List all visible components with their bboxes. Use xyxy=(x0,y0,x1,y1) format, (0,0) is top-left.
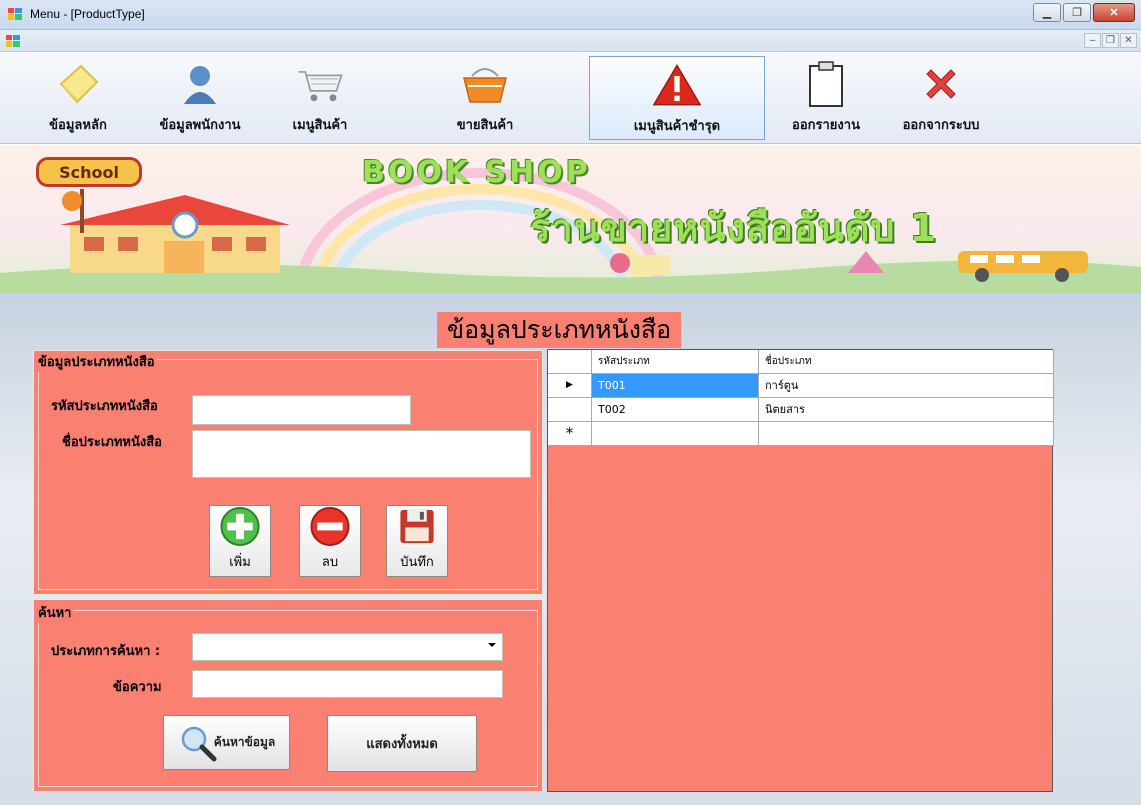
search-type-label: ประเภทการค้นหา : xyxy=(51,644,161,659)
basket-icon xyxy=(460,60,510,108)
restore-icon: ❐ xyxy=(1072,7,1082,19)
child-window-controls: – ❐ ✕ xyxy=(1084,33,1137,48)
minimize-icon: ▁ xyxy=(1042,7,1052,19)
new-cell-name[interactable] xyxy=(759,422,1054,446)
show-all-button[interactable]: แสดงทั้งหมด xyxy=(327,715,477,772)
toolbar-label: เมนูสินค้า xyxy=(292,118,348,133)
type-name-label: ชื่อประเภทหนังสือ xyxy=(62,435,162,450)
school-sign: School xyxy=(36,157,142,187)
window-controls: ▁ ❐ ✕ xyxy=(1033,3,1135,22)
delete-icon xyxy=(310,506,350,547)
toolbar-item-products[interactable]: เมนูสินค้า xyxy=(270,56,370,140)
user-icon xyxy=(175,60,225,108)
show-all-button-label: แสดงทั้งหมด xyxy=(366,737,438,752)
add-button[interactable]: เพิ่ม xyxy=(209,505,271,577)
delete-button[interactable]: ลบ xyxy=(299,505,361,577)
shop-banner: School BOOK SHOP ร้านขายหนังสืออันดับ 1 xyxy=(0,145,1141,293)
groupbox-legend: ข้อมูลประเภทหนังสือ xyxy=(36,351,157,372)
page-title: ข้อมูลประเภทหนังสือ xyxy=(437,312,682,348)
row-header-current[interactable]: ▶ xyxy=(548,374,592,398)
cell-type-name[interactable]: การ์ตูน xyxy=(759,374,1054,398)
app-icon xyxy=(8,8,22,20)
magnifier-icon xyxy=(181,726,217,761)
warning-icon xyxy=(652,61,702,109)
content-area: ข้อมูลประเภทหนังสือ ข้อมูลประเภทหนังสือ … xyxy=(0,293,1141,805)
search-type-select[interactable] xyxy=(192,633,503,661)
new-row[interactable]: * xyxy=(548,422,1054,446)
toolbar-item-reports[interactable]: ออกรายงาน xyxy=(776,56,876,140)
toolbar-label: ออกจากระบบ xyxy=(902,118,980,133)
save-button[interactable]: บันทึก xyxy=(386,505,448,577)
row-header[interactable] xyxy=(548,398,592,422)
delete-button-label: ลบ xyxy=(321,555,339,570)
child-window-icon[interactable] xyxy=(6,35,20,47)
type-name-input[interactable] xyxy=(192,430,531,478)
search-button-label: ค้นหาข้อมูล xyxy=(213,735,276,749)
table-row[interactable]: ▶ T001 การ์ตูน xyxy=(548,374,1054,398)
toolbar-item-master-data[interactable]: ข้อมูลหลัก xyxy=(28,56,128,140)
table-row[interactable]: T002 นิตยสาร xyxy=(548,398,1054,422)
add-icon xyxy=(220,506,260,547)
toolbar-label: ออกรายงาน xyxy=(792,118,860,133)
window-title: Menu - [ProductType] xyxy=(30,7,145,21)
close-icon: ✕ xyxy=(1109,7,1119,19)
search-text-label: ข้อความ xyxy=(113,680,162,695)
toolbar-label: ขายสินค้า xyxy=(456,118,514,133)
toolbar-label: ข้อมูลพนักงาน xyxy=(159,118,241,133)
cell-type-code[interactable]: T002 xyxy=(592,398,759,422)
new-cell-code[interactable] xyxy=(592,422,759,446)
cell-type-name[interactable]: นิตยสาร xyxy=(759,398,1054,422)
search-groupbox: ค้นหา ประเภทการค้นหา : ข้อความ ค้นหาข้อม… xyxy=(33,599,543,792)
main-toolbar: ข้อมูลหลัก ข้อมูลพนักงาน เมนูสินค้า ขายส… xyxy=(0,52,1141,144)
shopping-cart-icon xyxy=(295,60,345,108)
minimize-button[interactable]: ▁ xyxy=(1033,3,1061,22)
search-legend: ค้นหา xyxy=(36,602,74,623)
toolbar-item-damaged-products[interactable]: เมนูสินค้าชำรุด xyxy=(589,56,765,140)
clipboard-icon xyxy=(801,60,851,108)
grid-header-row: รหัสประเภท ชื่อประเภท xyxy=(548,350,1054,374)
toolbar-item-employees[interactable]: ข้อมูลพนักงาน xyxy=(142,56,258,140)
banner-title: BOOK SHOP xyxy=(362,155,591,190)
banner-subtitle: ร้านขายหนังสืออันดับ 1 xyxy=(530,206,938,250)
toolbar-item-sell[interactable]: ขายสินค้า xyxy=(430,56,540,140)
toolbar-label: เมนูสินค้าชำรุด xyxy=(633,119,721,134)
floppy-disk-icon xyxy=(400,509,434,544)
child-minimize-button[interactable]: – xyxy=(1084,33,1101,48)
search-text-input[interactable] xyxy=(192,670,503,698)
add-button-label: เพิ่ม xyxy=(229,555,251,570)
notepad-icon xyxy=(53,60,103,108)
product-type-grid[interactable]: รหัสประเภท ชื่อประเภท ▶ T001 การ์ตูน T00… xyxy=(547,349,1054,792)
save-button-label: บันทึก xyxy=(400,555,434,570)
type-code-input[interactable] xyxy=(192,395,411,425)
book-type-groupbox: ข้อมูลประเภทหนังสือ รหัสประเภทหนังสือ ชื… xyxy=(33,350,543,595)
column-header-code[interactable]: รหัสประเภท xyxy=(592,350,759,374)
child-restore-button[interactable]: ❐ xyxy=(1102,33,1119,48)
close-button[interactable]: ✕ xyxy=(1093,3,1135,22)
mdi-child-bar: – ❐ ✕ xyxy=(0,30,1141,52)
search-button[interactable]: ค้นหาข้อมูล xyxy=(163,715,290,770)
toolbar-label: ข้อมูลหลัก xyxy=(49,118,107,133)
type-code-label: รหัสประเภทหนังสือ xyxy=(51,399,158,414)
toolbar-item-logout[interactable]: ออกจากระบบ xyxy=(886,56,996,140)
cell-type-code[interactable]: T001 xyxy=(592,374,759,398)
restore-button[interactable]: ❐ xyxy=(1063,3,1091,22)
grid-corner-cell xyxy=(548,350,592,374)
chevron-down-icon xyxy=(488,643,496,647)
column-header-name[interactable]: ชื่อประเภท xyxy=(759,350,1054,374)
row-header-new[interactable]: * xyxy=(548,422,592,446)
title-bar: Menu - [ProductType] ▁ ❐ ✕ xyxy=(0,0,1141,30)
close-x-icon xyxy=(916,60,966,108)
child-close-button[interactable]: ✕ xyxy=(1120,33,1137,48)
